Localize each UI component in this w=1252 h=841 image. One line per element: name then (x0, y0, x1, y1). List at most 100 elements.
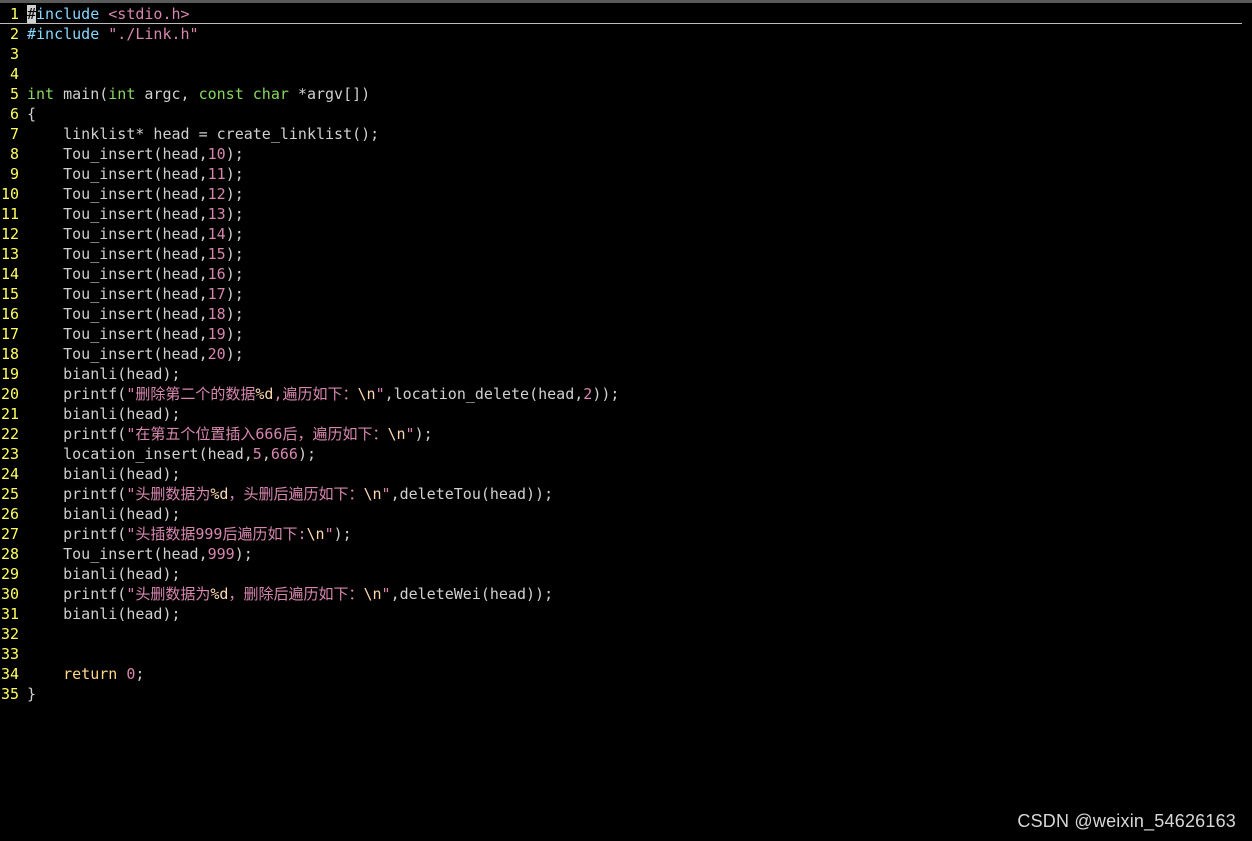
code-token: 18 (207, 305, 226, 323)
code-line[interactable]: 33 (0, 644, 1252, 664)
line-number: 24 (0, 465, 19, 483)
code-line[interactable]: 11 Tou_insert(head,13); (0, 204, 1252, 224)
line-code[interactable]: { (27, 104, 36, 124)
line-code[interactable]: Tou_insert(head,20); (27, 344, 244, 364)
code-token: main( (54, 85, 109, 103)
line-code[interactable]: printf("头插数据999后遍历如下:\n"); (27, 524, 352, 544)
line-code[interactable]: Tou_insert(head,18); (27, 304, 244, 324)
code-token: 13 (207, 205, 226, 223)
code-line[interactable]: 20 printf("删除第二个的数据%d,遍历如下：\n",location_… (0, 384, 1252, 404)
code-token: Tou_insert(head, (27, 345, 208, 363)
code-line[interactable]: 25 printf("头删数据为%d，头删后遍历如下：\n",deleteTou… (0, 484, 1252, 504)
code-token: Tou_insert(head, (27, 185, 208, 203)
line-code[interactable]: Tou_insert(head,15); (27, 244, 244, 264)
code-line[interactable]: 26 bianli(head); (0, 504, 1252, 524)
code-line[interactable]: 34 return 0; (0, 664, 1252, 684)
line-code[interactable]: bianli(head); (27, 504, 180, 524)
code-line[interactable]: 3 (0, 44, 1252, 64)
code-token: include (36, 5, 109, 23)
line-code[interactable]: Tou_insert(head,13); (27, 204, 244, 224)
code-line[interactable]: 15 Tou_insert(head,17); (0, 284, 1252, 304)
line-code[interactable]: int main(int argc, const char *argv[]) (27, 84, 370, 104)
code-token: bianli(head); (27, 405, 181, 423)
code-token: Tou_insert(head, (27, 165, 208, 183)
code-line[interactable]: 27 printf("头插数据999后遍历如下:\n"); (0, 524, 1252, 544)
code-token: ); (225, 345, 244, 363)
code-editor[interactable]: 1 #include <stdio.h> 2 #include "./Link.h" 3… (0, 4, 1252, 704)
code-token: ); (414, 425, 433, 443)
code-line[interactable]: 23 location_insert(head,5,666); (0, 444, 1252, 464)
code-line[interactable]: 21 bianli(head); (0, 404, 1252, 424)
code-token: int (27, 85, 55, 103)
code-line[interactable]: 24 bianli(head); (0, 464, 1252, 484)
line-code[interactable]: Tou_insert(head,999); (27, 544, 253, 564)
line-number: 25 (0, 485, 19, 503)
code-line[interactable]: 5 int main(int argc, const char *argv[]) (0, 84, 1252, 104)
code-line[interactable]: 14 Tou_insert(head,16); (0, 264, 1252, 284)
code-token: ); (297, 445, 316, 463)
code-line[interactable]: 2 #include "./Link.h" (0, 24, 1252, 44)
code-token: 10 (207, 145, 226, 163)
code-line[interactable]: 32 (0, 624, 1252, 644)
code-line[interactable]: 19 bianli(head); (0, 364, 1252, 384)
code-line[interactable]: 8 Tou_insert(head,10); (0, 144, 1252, 164)
line-code[interactable]: } (27, 684, 36, 704)
line-code[interactable]: Tou_insert(head,10); (27, 144, 244, 164)
code-token: { (27, 105, 37, 123)
line-code[interactable]: linklist* head = create_linklist(); (27, 124, 379, 144)
code-line[interactable]: 22 printf("在第五个位置插入666后，遍历如下：\n"); (0, 424, 1252, 444)
code-token: " (381, 485, 391, 503)
code-line[interactable]: 6{ (0, 104, 1252, 124)
line-code[interactable]: bianli(head); (27, 604, 180, 624)
code-line[interactable]: 17 Tou_insert(head,19); (0, 324, 1252, 344)
code-token: ,deleteWei(head)); (390, 585, 554, 603)
line-code[interactable]: bianli(head); (27, 564, 180, 584)
line-code[interactable]: bianli(head); (27, 464, 180, 484)
line-number: 10 (0, 185, 19, 203)
code-line[interactable]: 12 Tou_insert(head,14); (0, 224, 1252, 244)
line-code[interactable]: printf("删除第二个的数据%d,遍历如下：\n",location_del… (27, 384, 619, 404)
code-token: printf( (27, 585, 127, 603)
code-line[interactable]: 4 (0, 64, 1252, 84)
code-line[interactable]: 29 bianli(head); (0, 564, 1252, 584)
line-code[interactable]: Tou_insert(head,11); (27, 164, 244, 184)
line-code[interactable]: location_insert(head,5,666); (27, 444, 316, 464)
code-token: Tou_insert(head, (27, 225, 208, 243)
line-code[interactable]: printf("在第五个位置插入666后，遍历如下：\n"); (27, 424, 433, 444)
line-code[interactable]: #include <stdio.h> (27, 4, 190, 23)
code-token: %d (255, 385, 274, 403)
code-line[interactable]: 35} (0, 684, 1252, 704)
code-token: 17 (207, 285, 226, 303)
line-code[interactable]: bianli(head); (27, 364, 180, 384)
code-token: ，头删后遍历如下： (228, 485, 364, 503)
code-line[interactable]: 31 bianli(head); (0, 604, 1252, 624)
code-token: "./Link.h" (108, 25, 199, 43)
code-line[interactable]: 28 Tou_insert(head,999); (0, 544, 1252, 564)
code-token: ,deleteTou(head)); (390, 485, 554, 503)
code-line[interactable]: 1 #include <stdio.h> (0, 4, 1242, 24)
line-number: 34 (0, 665, 19, 683)
code-line[interactable]: 18 Tou_insert(head,20); (0, 344, 1252, 364)
code-token: return (63, 665, 118, 683)
code-line[interactable]: 9 Tou_insert(head,11); (0, 164, 1252, 184)
line-code[interactable]: Tou_insert(head,14); (27, 224, 244, 244)
code-line[interactable]: 30 printf("头删数据为%d，删除后遍历如下：\n",deleteWei… (0, 584, 1252, 604)
code-line[interactable]: 10 Tou_insert(head,12); (0, 184, 1252, 204)
line-number: 9 (9, 165, 19, 183)
line-number: 6 (9, 105, 19, 123)
line-code[interactable]: Tou_insert(head,19); (27, 324, 244, 344)
code-token: "头插数据999后遍历如下: (126, 525, 307, 543)
line-code[interactable]: Tou_insert(head,16); (27, 264, 244, 284)
code-line[interactable]: 13 Tou_insert(head,15); (0, 244, 1252, 264)
code-line[interactable]: 7 linklist* head = create_linklist(); (0, 124, 1252, 144)
line-code[interactable]: return 0; (27, 664, 144, 684)
line-code[interactable]: printf("头删数据为%d，删除后遍历如下：\n",deleteWei(he… (27, 584, 553, 604)
line-code[interactable]: bianli(head); (27, 404, 181, 424)
line-code[interactable]: Tou_insert(head,12); (27, 184, 244, 204)
code-token: %d (210, 585, 229, 603)
code-token: ); (225, 185, 244, 203)
line-code[interactable]: Tou_insert(head,17); (27, 284, 244, 304)
line-code[interactable]: #include "./Link.h" (27, 24, 199, 44)
line-code[interactable]: printf("头删数据为%d，头删后遍历如下：\n",deleteTou(he… (27, 484, 553, 504)
code-line[interactable]: 16 Tou_insert(head,18); (0, 304, 1252, 324)
